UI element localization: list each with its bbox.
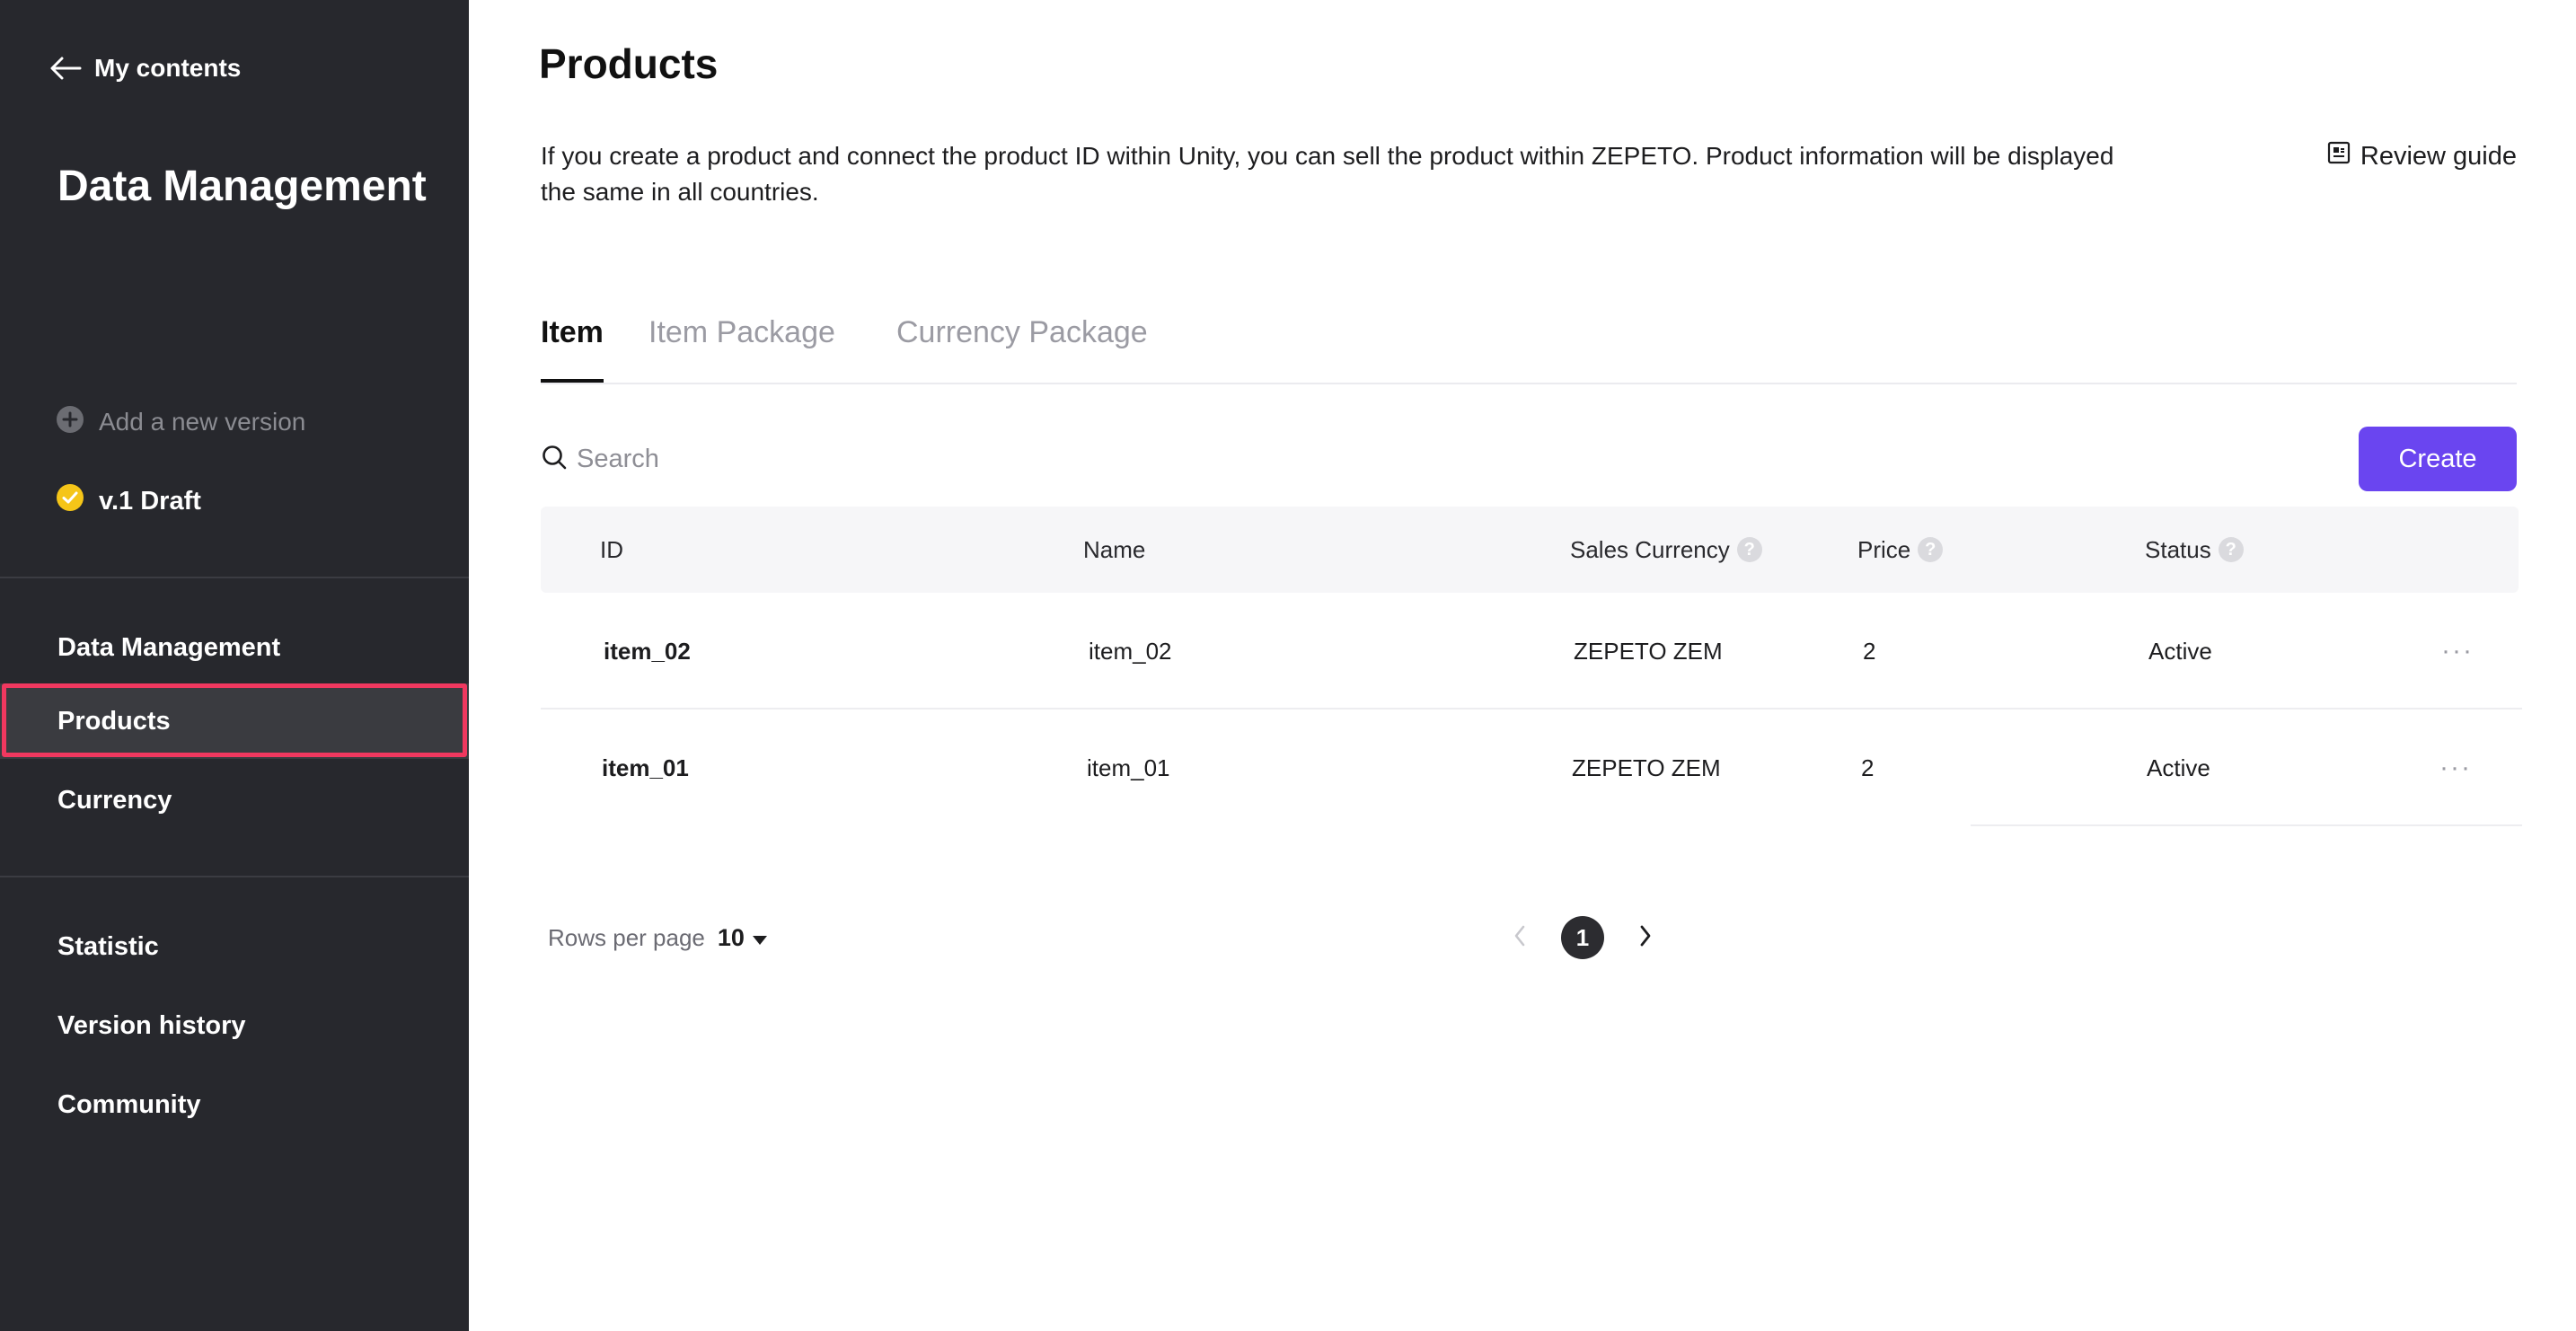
- cell-id: item_02: [604, 637, 691, 665]
- tab-item-package[interactable]: Item Package: [648, 302, 835, 381]
- add-version-label: Add a new version: [99, 408, 306, 436]
- caret-down-icon: [752, 924, 768, 952]
- nav-item-label: Data Management: [57, 632, 281, 662]
- nav-item-statistic[interactable]: Statistic: [0, 909, 469, 984]
- nav-item-version-history[interactable]: Version history: [0, 988, 469, 1063]
- column-header-name: Name: [1083, 507, 1145, 593]
- tab-label: Currency Package: [896, 315, 1148, 349]
- review-guide-label: Review guide: [2360, 141, 2517, 171]
- chevron-left-icon: [1513, 924, 1527, 952]
- create-button[interactable]: Create: [2359, 427, 2517, 491]
- version-label: v.1 Draft: [99, 486, 201, 516]
- pagination: 1: [1504, 916, 1662, 959]
- prev-page-button[interactable]: [1504, 916, 1536, 959]
- cell-sales-currency: ZEPETO ZEM: [1574, 637, 1723, 665]
- question-circle-icon[interactable]: ?: [1918, 537, 1944, 562]
- cell-price: 2: [1863, 637, 1876, 665]
- row-divider: [1971, 824, 2522, 826]
- tab-currency-package[interactable]: Currency Package: [896, 302, 1148, 381]
- tab-label: Item: [541, 315, 604, 349]
- column-header-label: Price: [1857, 535, 1911, 563]
- question-circle-icon[interactable]: ?: [2218, 537, 2244, 562]
- rows-per-page-value: 10: [717, 923, 745, 951]
- cell-name: item_01: [1087, 754, 1170, 781]
- search-input[interactable]: [577, 444, 882, 474]
- page-description: If you create a product and connect the …: [541, 142, 2114, 206]
- column-header-label: Status: [2145, 535, 2211, 563]
- chevron-right-icon: [1638, 924, 1653, 952]
- nav-item-label: Products: [57, 706, 171, 736]
- nav-item-label: Statistic: [57, 931, 159, 961]
- sidebar-divider: [0, 577, 469, 578]
- column-header-id: ID: [600, 507, 623, 593]
- column-header-label: ID: [600, 535, 623, 563]
- column-header-sales-currency: Sales Currency ?: [1570, 507, 1762, 593]
- check-circle-icon: [56, 483, 84, 519]
- column-header-label: Name: [1083, 535, 1146, 563]
- tab-item[interactable]: Item: [541, 302, 604, 383]
- cell-name: item_02: [1089, 637, 1172, 665]
- table-row[interactable]: item_01 item_01 ZEPETO ZEM 2 Active ···: [541, 710, 2522, 826]
- main-content: Products If you create a product and con…: [469, 0, 2576, 1331]
- table-row[interactable]: item_02 item_02 ZEPETO ZEM 2 Active ···: [541, 593, 2522, 710]
- rows-per-page: Rows per page 10: [548, 920, 768, 956]
- tab-label: Item Package: [648, 315, 835, 349]
- back-link-label: My contents: [94, 54, 242, 82]
- more-horizontal-icon[interactable]: ···: [2441, 636, 2474, 666]
- product-tabs: Item Item Package Currency Package: [541, 302, 2517, 384]
- arrow-left-icon: [49, 56, 82, 81]
- products-table: ID Name Sales Currency ? Price ? Status …: [541, 507, 2522, 826]
- row-more-button[interactable]: ···: [2439, 710, 2472, 826]
- nav-item-data-management[interactable]: Data Management: [0, 610, 469, 685]
- cell-price: 2: [1861, 754, 1875, 781]
- question-circle-icon[interactable]: ?: [1736, 537, 1762, 562]
- rows-per-page-select[interactable]: 10: [718, 924, 768, 952]
- version-selector[interactable]: v.1 Draft: [56, 483, 201, 519]
- add-version-button[interactable]: Add a new version: [56, 404, 305, 440]
- cell-sales-currency: ZEPETO ZEM: [1572, 754, 1721, 781]
- sidebar-divider: [0, 876, 469, 877]
- review-guide-link[interactable]: Review guide: [2326, 140, 2517, 172]
- plus-circle-icon: [56, 405, 84, 440]
- row-more-button[interactable]: ···: [2441, 593, 2474, 710]
- cell-status: Active: [2147, 754, 2210, 781]
- sidebar: My contents Data Management Add a new ve…: [0, 0, 469, 1331]
- table-header: ID Name Sales Currency ? Price ? Status …: [541, 507, 2519, 593]
- nav-item-label: Version history: [57, 1010, 246, 1040]
- cell-id: item_01: [602, 754, 689, 781]
- next-page-button[interactable]: [1629, 916, 1662, 959]
- document-icon: [2326, 140, 2351, 172]
- column-header-label: Sales Currency: [1570, 535, 1730, 563]
- back-to-my-contents-link[interactable]: My contents: [49, 50, 241, 86]
- nav-item-community[interactable]: Community: [0, 1067, 469, 1142]
- page-number-button[interactable]: 1: [1561, 916, 1604, 959]
- cell-status: Active: [2148, 637, 2212, 665]
- page-title: Products: [539, 40, 719, 87]
- more-horizontal-icon[interactable]: ···: [2439, 753, 2472, 783]
- rows-per-page-label: Rows per page: [548, 923, 705, 951]
- column-header-price: Price ?: [1857, 507, 1944, 593]
- column-header-status: Status ?: [2145, 507, 2244, 593]
- nav-item-products[interactable]: Products: [0, 683, 469, 759]
- nav-item-currency[interactable]: Currency: [0, 762, 469, 838]
- nav-item-label: Community: [57, 1089, 201, 1119]
- nav-item-label: Currency: [57, 785, 172, 815]
- search-icon: [541, 444, 568, 475]
- search-bar[interactable]: [541, 438, 900, 480]
- sidebar-title: Data Management: [57, 163, 427, 210]
